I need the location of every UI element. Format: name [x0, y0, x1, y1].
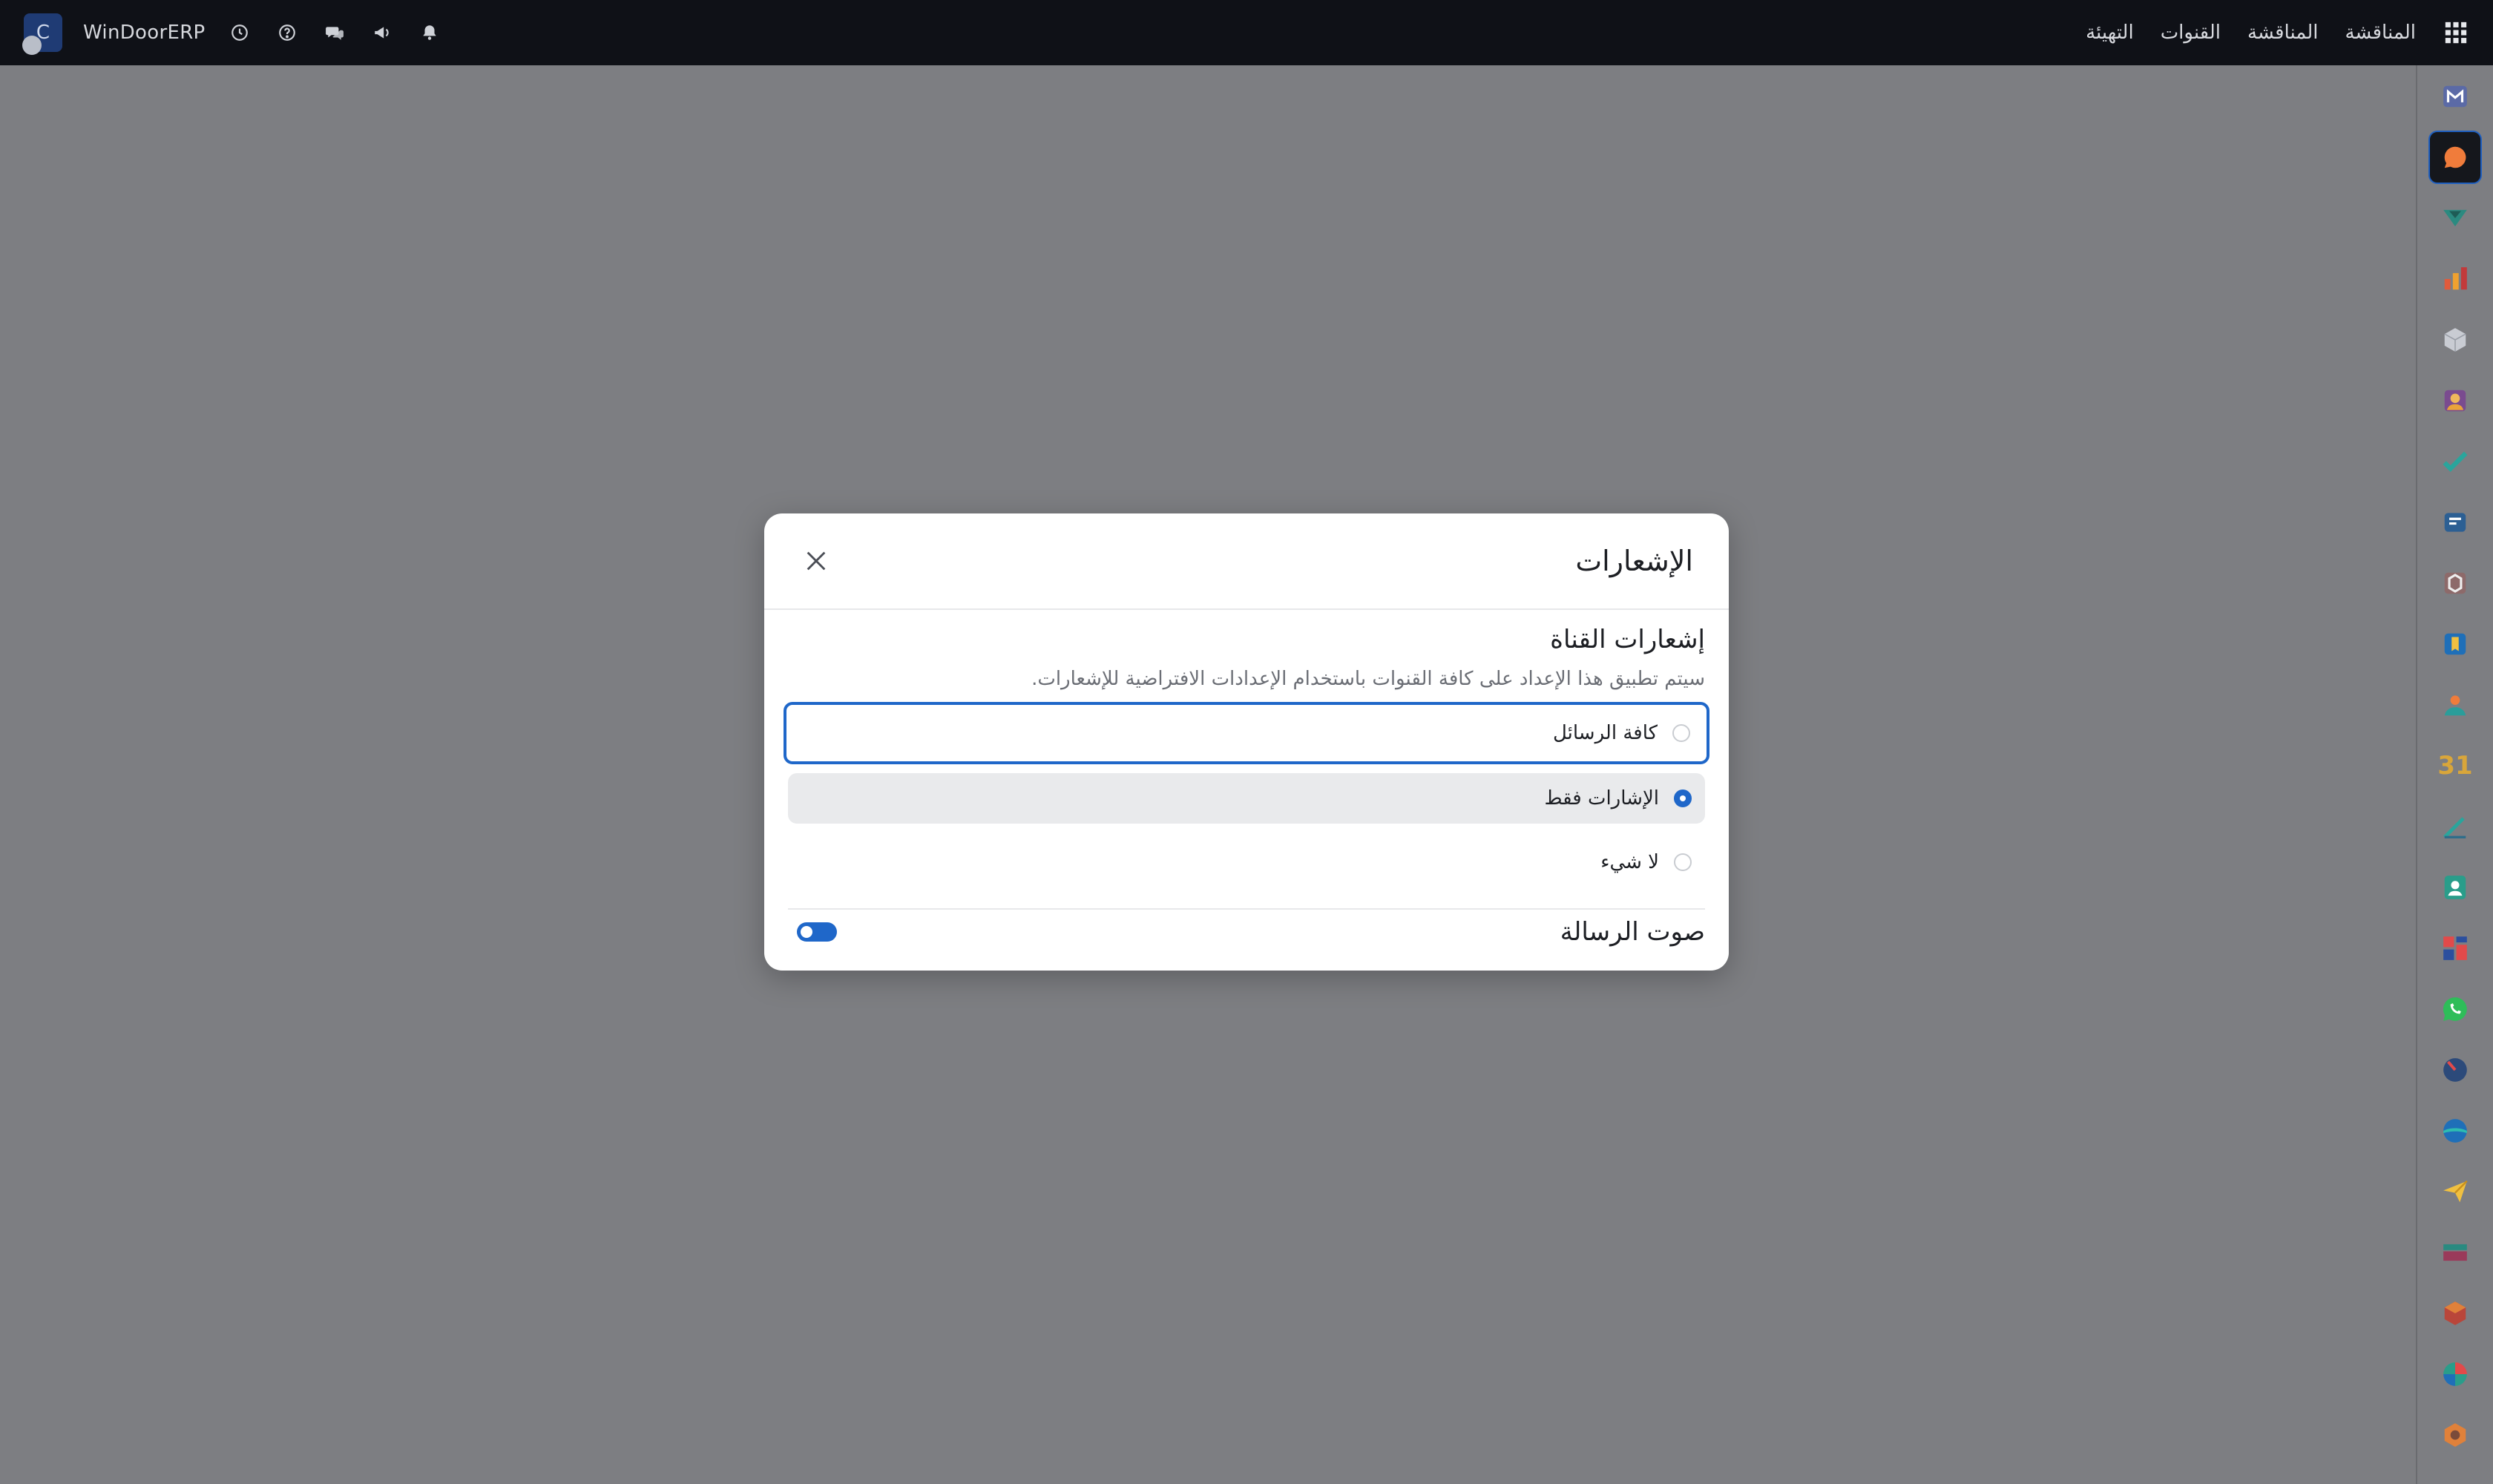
planning-app-icon[interactable] — [2439, 1358, 2471, 1391]
megaphone-icon[interactable] — [369, 19, 395, 46]
bell-icon[interactable] — [416, 19, 443, 46]
manufacturing-app-icon[interactable] — [2439, 1297, 2471, 1330]
nav-link-discuss-app[interactable]: المناقشة — [2345, 22, 2416, 44]
company-logo[interactable]: C — [22, 13, 62, 55]
notification-options: كافة الرسائل الإشارات فقط لا شيء — [784, 702, 1709, 887]
section-description: سيتم تطبيق هذا الإعداد على كافة القنوات … — [1031, 668, 1705, 690]
knowledge-app-icon[interactable] — [2439, 506, 2471, 539]
navbar-left: C WinDoorERP — [22, 13, 443, 55]
logo-letter: C — [36, 22, 50, 44]
message-sound-row: صوت الرسالة — [788, 910, 1705, 947]
sign-app-icon[interactable] — [2439, 810, 2471, 843]
discuss-app-icon[interactable] — [2428, 131, 2482, 184]
top-navbar: C WinDoorERP المناقشة المناقشة القنوات ا… — [0, 0, 2493, 65]
contacts-photo-app-icon[interactable] — [2439, 384, 2471, 417]
section-title: إشعارات القناة — [1550, 625, 1705, 654]
dialog-title: الإشعارات — [1575, 545, 1693, 577]
employees-app-icon[interactable] — [2439, 689, 2471, 721]
settings-app-icon[interactable] — [2439, 1419, 2471, 1451]
nav-link-channels[interactable]: القنوات — [2161, 22, 2221, 44]
option-all-messages[interactable]: كافة الرسائل — [784, 702, 1709, 764]
chat-icon[interactable] — [321, 19, 348, 46]
close-button[interactable] — [797, 542, 835, 580]
navbar-right: المناقشة المناقشة القنوات التهيئة — [2086, 19, 2469, 46]
option-nothing[interactable]: لا شيء — [788, 837, 1705, 887]
option-label: كافة الرسائل — [1552, 722, 1658, 744]
company-name[interactable]: WinDoorERP — [83, 22, 206, 44]
message-sound-label: صوت الرسالة — [1560, 917, 1705, 947]
option-label: الإشارات فقط — [1544, 787, 1659, 810]
apps-grid-icon[interactable] — [2443, 19, 2469, 46]
help-icon[interactable] — [274, 19, 300, 46]
dialog-header: الإشعارات — [764, 513, 1729, 610]
contacts-app-icon[interactable] — [2439, 871, 2471, 904]
project-check-app-icon[interactable] — [2439, 445, 2471, 478]
radio-nothing[interactable] — [1674, 853, 1692, 871]
close-icon — [807, 551, 826, 571]
apps-sidebar: 31 — [2416, 65, 2493, 1484]
approvals-app-icon[interactable] — [2439, 202, 2471, 234]
calendar-app-icon[interactable]: 31 — [2437, 749, 2473, 782]
option-label: لا شيء — [1600, 851, 1659, 873]
dashboards-app-icon[interactable] — [2439, 932, 2471, 965]
notifications-dialog: الإشعارات إشعارات القناة سيتم تطبيق هذا … — [764, 513, 1729, 971]
purchase-app-icon[interactable] — [2439, 567, 2471, 600]
calendar-day: 31 — [2437, 751, 2473, 781]
option-mentions-only[interactable]: الإشارات فقط — [788, 773, 1705, 824]
inventory-app-icon[interactable] — [2439, 324, 2471, 356]
message-sound-toggle[interactable] — [797, 922, 837, 942]
payroll-app-icon[interactable] — [2439, 1236, 2471, 1269]
radio-mentions-only[interactable] — [1674, 789, 1692, 807]
nav-link-configuration[interactable]: التهيئة — [2086, 22, 2134, 44]
send-app-icon[interactable] — [2439, 1175, 2471, 1208]
timesheet-app-icon[interactable] — [2439, 1054, 2471, 1086]
website-app-icon[interactable] — [2439, 1114, 2471, 1147]
clock-icon[interactable] — [226, 19, 253, 46]
nav-link-discuss[interactable]: المناقشة — [2247, 22, 2319, 44]
radio-all-messages[interactable] — [1672, 724, 1690, 742]
mail-app-icon[interactable] — [2439, 80, 2471, 113]
dialog-body: إشعارات القناة سيتم تطبيق هذا الإعداد عل… — [764, 610, 1729, 947]
reporting-app-icon[interactable] — [2439, 263, 2471, 295]
documents-app-icon[interactable] — [2439, 628, 2471, 660]
whatsapp-app-icon[interactable] — [2439, 993, 2471, 1025]
